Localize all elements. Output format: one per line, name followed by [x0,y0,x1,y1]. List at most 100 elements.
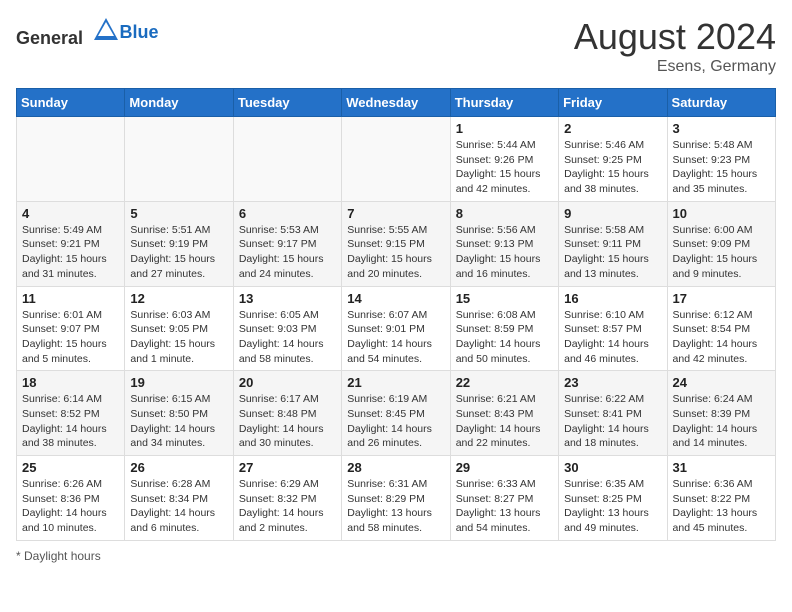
calendar-day-cell: 16Sunrise: 6:10 AM Sunset: 8:57 PM Dayli… [559,286,667,371]
calendar-day-cell: 2 Sunrise: 5:46 AM Sunset: 9:25 PM Daylig… [559,117,667,202]
calendar-day-cell [342,117,450,202]
day-number: 20 [239,375,336,390]
day-info: Sunrise: 6:12 AM Sunset: 8:54 PM Dayligh… [673,308,770,367]
title-section: August 2024 Esens, Germany [574,16,776,76]
day-info: Sunrise: 6:08 AM Sunset: 8:59 PM Dayligh… [456,308,553,367]
day-number: 27 [239,460,336,475]
calendar-day-cell: 17Sunrise: 6:12 AM Sunset: 8:54 PM Dayli… [667,286,775,371]
calendar-day-cell: 15 Sunrise: 6:08 AM Sunset: 8:59 PM Dayli… [450,286,558,371]
calendar-day-cell: 27 Sunrise: 6:29 AM Sunset: 8:32 PM Dayli… [233,456,341,541]
calendar-day-cell [233,117,341,202]
day-number: 14 [347,291,444,306]
day-info: Sunrise: 5:49 AM Sunset: 9:21 PM Dayligh… [22,223,119,282]
day-info: Sunrise: 6:31 AM Sunset: 8:29 PM Dayligh… [347,477,444,536]
day-info: Sunrise: 6:19 AM Sunset: 8:45 PM Dayligh… [347,392,444,451]
day-info: Sunrise: 5:48 AM Sunset: 9:23 PM Dayligh… [673,138,770,197]
day-info: Sunrise: 5:51 AM Sunset: 9:19 PM Dayligh… [130,223,227,282]
calendar-day-cell: 6 Sunrise: 5:53 AM Sunset: 9:17 PM Daylig… [233,201,341,286]
day-info: Sunrise: 6:21 AM Sunset: 8:43 PM Dayligh… [456,392,553,451]
day-number: 3 [673,121,770,136]
daylight-label: Daylight hours [24,549,101,563]
day-info: Sunrise: 6:22 AM Sunset: 8:41 PM Dayligh… [564,392,661,451]
day-number: 13 [239,291,336,306]
day-info: Sunrise: 6:01 AM Sunset: 9:07 PM Dayligh… [22,308,119,367]
day-number: 28 [347,460,444,475]
logo-icon [92,16,120,44]
day-info: Sunrise: 6:35 AM Sunset: 8:25 PM Dayligh… [564,477,661,536]
day-header-row: SundayMondayTuesdayWednesdayThursdayFrid… [17,89,776,117]
calendar-day-cell: 12Sunrise: 6:03 AM Sunset: 9:05 PM Dayli… [125,286,233,371]
day-info: Sunrise: 5:46 AM Sunset: 9:25 PM Dayligh… [564,138,661,197]
day-of-week-header: Thursday [450,89,558,117]
logo: General Blue [16,16,159,49]
calendar-day-cell: 29 Sunrise: 6:33 AM Sunset: 8:27 PM Dayli… [450,456,558,541]
day-info: Sunrise: 6:05 AM Sunset: 9:03 PM Dayligh… [239,308,336,367]
day-number: 30 [564,460,661,475]
calendar-day-cell: 13 Sunrise: 6:05 AM Sunset: 9:03 PM Dayli… [233,286,341,371]
calendar-day-cell: 22 Sunrise: 6:21 AM Sunset: 8:43 PM Dayli… [450,371,558,456]
day-info: Sunrise: 6:26 AM Sunset: 8:36 PM Dayligh… [22,477,119,536]
calendar-day-cell: 26 Sunrise: 6:28 AM Sunset: 8:34 PM Dayli… [125,456,233,541]
calendar-day-cell: 1 Sunrise: 5:44 AM Sunset: 9:26 PM Daylig… [450,117,558,202]
page-header: General Blue August 2024 Esens, Germany [16,16,776,76]
day-number: 15 [456,291,553,306]
calendar-week-row: 11 Sunrise: 6:01 AM Sunset: 9:07 PM Dayli… [17,286,776,371]
day-number: 10 [673,206,770,221]
calendar-day-cell: 18 Sunrise: 6:14 AM Sunset: 8:52 PM Dayli… [17,371,125,456]
calendar-day-cell: 28 Sunrise: 6:31 AM Sunset: 8:29 PM Dayli… [342,456,450,541]
day-number: 2 [564,121,661,136]
day-info: Sunrise: 5:58 AM Sunset: 9:11 PM Dayligh… [564,223,661,282]
day-number: 25 [22,460,119,475]
day-info: Sunrise: 5:53 AM Sunset: 9:17 PM Dayligh… [239,223,336,282]
logo-general-text: General [16,28,83,48]
day-of-week-header: Wednesday [342,89,450,117]
calendar-day-cell: 11 Sunrise: 6:01 AM Sunset: 9:07 PM Dayli… [17,286,125,371]
day-info: Sunrise: 6:15 AM Sunset: 8:50 PM Dayligh… [130,392,227,451]
day-info: Sunrise: 5:44 AM Sunset: 9:26 PM Dayligh… [456,138,553,197]
month-year-title: August 2024 [574,16,776,58]
calendar-day-cell: 10 Sunrise: 6:00 AM Sunset: 9:09 PM Dayli… [667,201,775,286]
day-number: 7 [347,206,444,221]
day-number: 24 [673,375,770,390]
calendar-body: 1 Sunrise: 5:44 AM Sunset: 9:26 PM Daylig… [17,117,776,541]
day-info: Sunrise: 6:10 AM Sunset: 8:57 PM Dayligh… [564,308,661,367]
day-info: Sunrise: 6:33 AM Sunset: 8:27 PM Dayligh… [456,477,553,536]
calendar-header: SundayMondayTuesdayWednesdayThursdayFrid… [17,89,776,117]
location-subtitle: Esens, Germany [574,58,776,76]
day-info: Sunrise: 6:14 AM Sunset: 8:52 PM Dayligh… [22,392,119,451]
calendar-table: SundayMondayTuesdayWednesdayThursdayFrid… [16,88,776,541]
day-info: Sunrise: 6:28 AM Sunset: 8:34 PM Dayligh… [130,477,227,536]
day-number: 6 [239,206,336,221]
day-number: 12 [130,291,227,306]
calendar-day-cell: 9Sunrise: 5:58 AM Sunset: 9:11 PM Daylig… [559,201,667,286]
day-info: Sunrise: 6:36 AM Sunset: 8:22 PM Dayligh… [673,477,770,536]
day-info: Sunrise: 6:29 AM Sunset: 8:32 PM Dayligh… [239,477,336,536]
day-number: 11 [22,291,119,306]
calendar-week-row: 4 Sunrise: 5:49 AM Sunset: 9:21 PM Daylig… [17,201,776,286]
day-info: Sunrise: 6:17 AM Sunset: 8:48 PM Dayligh… [239,392,336,451]
calendar-day-cell: 20 Sunrise: 6:17 AM Sunset: 8:48 PM Dayli… [233,371,341,456]
calendar-day-cell [17,117,125,202]
day-of-week-header: Sunday [17,89,125,117]
calendar-day-cell: 24Sunrise: 6:24 AM Sunset: 8:39 PM Dayli… [667,371,775,456]
day-of-week-header: Friday [559,89,667,117]
day-number: 26 [130,460,227,475]
calendar-day-cell: 8Sunrise: 5:56 AM Sunset: 9:13 PM Daylig… [450,201,558,286]
day-number: 21 [347,375,444,390]
day-number: 1 [456,121,553,136]
calendar-day-cell: 4 Sunrise: 5:49 AM Sunset: 9:21 PM Daylig… [17,201,125,286]
day-info: Sunrise: 5:56 AM Sunset: 9:13 PM Dayligh… [456,223,553,282]
calendar-day-cell: 7Sunrise: 5:55 AM Sunset: 9:15 PM Daylig… [342,201,450,286]
day-of-week-header: Saturday [667,89,775,117]
calendar-day-cell: 30 Sunrise: 6:35 AM Sunset: 8:25 PM Dayli… [559,456,667,541]
day-number: 18 [22,375,119,390]
day-number: 19 [130,375,227,390]
day-number: 4 [22,206,119,221]
day-info: Sunrise: 6:00 AM Sunset: 9:09 PM Dayligh… [673,223,770,282]
day-number: 5 [130,206,227,221]
calendar-day-cell: 21 Sunrise: 6:19 AM Sunset: 8:45 PM Dayli… [342,371,450,456]
day-number: 22 [456,375,553,390]
calendar-week-row: 18 Sunrise: 6:14 AM Sunset: 8:52 PM Dayli… [17,371,776,456]
day-number: 29 [456,460,553,475]
footer-note: * Daylight hours [16,549,776,563]
